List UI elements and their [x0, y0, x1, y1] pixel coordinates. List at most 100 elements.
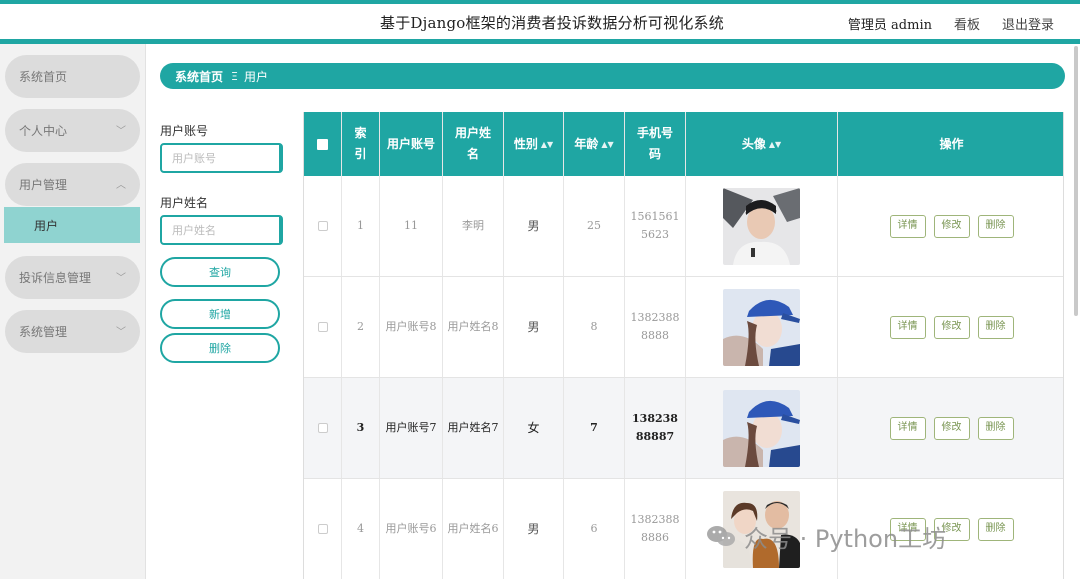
cell-index: 4 [342, 479, 380, 579]
row-checkbox[interactable] [317, 221, 328, 231]
chevron-down-icon: ﹀ [116, 327, 126, 338]
sidebar-item-label: 个人中心 [19, 124, 68, 138]
account-label: 用户账号 [160, 124, 209, 138]
header: 基于Django框架的消费者投诉数据分析可视化系统 管理员 admin 看板 退… [0, 4, 1080, 40]
account-input[interactable]: 用户账号 [160, 143, 283, 173]
cell-index: 1 [342, 176, 380, 276]
watermark-text: 众号 · Python工坊 [744, 524, 947, 553]
sort-icon: ▲▼ [601, 139, 614, 149]
select-all-checkbox[interactable] [317, 138, 328, 150]
table-row: 3 用户账号7 用户姓名7 女 7 13823888887 详情 修改 删除 [304, 378, 1063, 479]
sort-icon: ▲▼ [768, 139, 782, 149]
col-name[interactable]: 用户姓名 [443, 112, 504, 176]
sidebar-item-profile[interactable]: 个人中心 ﹀ [5, 109, 140, 152]
sort-icon: ▲▼ [540, 139, 554, 149]
header-checkbox-cell [304, 112, 342, 176]
sidebar-item-home[interactable]: 系统首页 [5, 55, 140, 98]
col-account[interactable]: 用户账号 [380, 112, 443, 176]
delete-button[interactable]: 删除 [977, 517, 1014, 541]
detail-button[interactable]: 详情 [889, 214, 926, 238]
cell-account: 用户账号6 [380, 479, 443, 579]
cell-age: 25 [564, 176, 625, 276]
delete-button[interactable]: 删除 [977, 214, 1014, 238]
detail-button[interactable]: 详情 [889, 416, 926, 440]
cell-name: 李明 [443, 176, 504, 276]
cell-index: 3 [342, 378, 380, 478]
user-table: 索引 用户账号 用户姓名 性别 ▲▼ 年龄 ▲▼ 手机号码 头像 ▲▼ 操作 1 11… [303, 112, 1064, 579]
row-checkbox[interactable] [317, 322, 328, 332]
chevron-down-icon: ﹀ [116, 273, 126, 284]
edit-button[interactable]: 修改 [933, 416, 970, 440]
wechat-icon [707, 526, 735, 546]
cell-name: 用户姓名7 [443, 378, 504, 478]
sidebar-item-label: 用户管理 [19, 178, 68, 192]
watermark: 众号 · Python工坊 [706, 516, 946, 556]
batch-delete-button[interactable]: 删除 [160, 333, 280, 363]
sidebar-item-label: 投诉信息管理 [19, 271, 92, 285]
cell-phone: 13823888886 [625, 479, 686, 579]
header-actions: 管理员 admin 看板 退出登录 [848, 14, 1054, 33]
sidebar-item-label: 用户 [34, 218, 59, 233]
sidebar: 系统首页 个人中心 ﹀ 用户管理 ︿ 用户 投诉信息管理 ﹀ 系统管理 ﹀ [0, 44, 146, 579]
cell-gender: 男 [504, 176, 564, 276]
logout-link[interactable]: 退出登录 [1002, 14, 1054, 33]
cell-name: 用户姓名6 [443, 479, 504, 579]
breadcrumb-current: 用户 [243, 69, 268, 84]
page-scrollbar[interactable] [1074, 46, 1078, 316]
cell-account: 用户账号8 [380, 277, 443, 377]
cell-account: 用户账号7 [380, 378, 443, 478]
col-phone[interactable]: 手机号码 [625, 112, 686, 176]
cell-phone: 13823888887 [625, 378, 686, 478]
sidebar-item-complaints[interactable]: 投诉信息管理 ﹀ [5, 256, 140, 299]
add-button[interactable]: 新增 [160, 299, 280, 329]
delete-button[interactable]: 删除 [977, 416, 1014, 440]
breadcrumb-separator-icon: Ξ [231, 69, 238, 83]
table-header: 索引 用户账号 用户姓名 性别 ▲▼ 年龄 ▲▼ 手机号码 头像 ▲▼ 操作 [304, 112, 1063, 176]
detail-button[interactable]: 详情 [889, 315, 926, 339]
col-gender[interactable]: 性别 ▲▼ [504, 112, 564, 176]
cell-age: 8 [564, 277, 625, 377]
cell-gender: 女 [504, 378, 564, 478]
chevron-down-icon: ﹀ [116, 126, 126, 137]
col-actions: 操作 [939, 136, 964, 151]
col-age[interactable]: 年龄 ▲▼ [564, 112, 625, 176]
admin-label: 管理员 admin [847, 18, 932, 33]
cell-index: 2 [342, 277, 380, 377]
cell-gender: 男 [504, 277, 564, 377]
cell-age: 6 [564, 479, 625, 579]
sidebar-item-system[interactable]: 系统管理 ﹀ [5, 310, 140, 353]
cell-gender: 男 [504, 479, 564, 579]
name-label: 用户姓名 [160, 196, 209, 210]
delete-button[interactable]: 删除 [977, 315, 1014, 339]
sidebar-item-label: 系统首页 [19, 70, 68, 84]
table-row: 4 用户账号6 用户姓名6 男 6 13823888886 详情 修改 删除 [304, 479, 1063, 579]
cell-phone: 15615615623 [625, 176, 686, 276]
page-title: 基于Django框架的消费者投诉数据分析可视化系统 [380, 14, 724, 32]
col-avatar[interactable]: 头像 ▲▼ [686, 112, 838, 176]
sidebar-item-users[interactable]: 用户 [4, 207, 140, 243]
header-bottom-bar [0, 39, 1080, 44]
edit-button[interactable]: 修改 [933, 214, 970, 238]
chevron-up-icon: ︿ [116, 180, 126, 191]
name-input[interactable]: 用户姓名 [160, 215, 283, 245]
board-link[interactable]: 看板 [954, 14, 980, 33]
sidebar-item-user-management[interactable]: 用户管理 ︿ [5, 163, 140, 206]
query-button[interactable]: 查询 [160, 257, 280, 287]
breadcrumb: 系统首页 Ξ 用户 [160, 63, 1065, 89]
sidebar-item-label: 系统管理 [19, 325, 68, 339]
table-row: 1 11 李明 男 25 15615615623 详情 修改 删除 [304, 176, 1063, 277]
account-placeholder: 用户账号 [172, 152, 216, 165]
breadcrumb-home[interactable]: 系统首页 [175, 68, 223, 85]
name-placeholder: 用户姓名 [172, 224, 216, 237]
col-index[interactable]: 索引 [342, 112, 380, 176]
table-row: 2 用户账号8 用户姓名8 男 8 13823888888 详情 修改 删除 [304, 277, 1063, 378]
cell-account: 11 [380, 176, 443, 276]
cell-name: 用户姓名8 [443, 277, 504, 377]
row-checkbox[interactable] [317, 524, 328, 534]
edit-button[interactable]: 修改 [933, 315, 970, 339]
row-checkbox[interactable] [317, 423, 328, 433]
avatar [723, 187, 800, 265]
avatar [723, 389, 800, 467]
avatar [723, 288, 800, 366]
cell-phone: 13823888888 [625, 277, 686, 377]
